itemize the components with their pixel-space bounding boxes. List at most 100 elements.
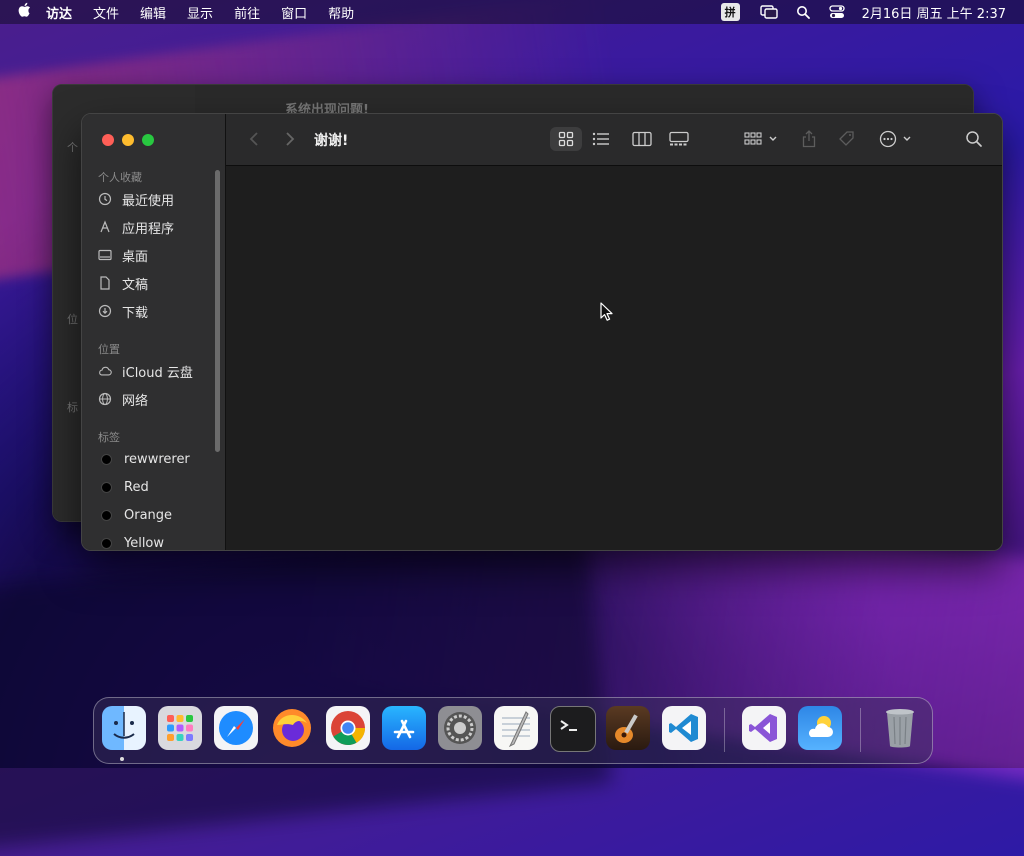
dock-visual-studio-icon[interactable] (742, 706, 786, 750)
sidebar-item-recents[interactable]: 最近使用 (98, 188, 174, 210)
dock-app-store-icon[interactable] (382, 706, 426, 750)
dock-firefox-icon[interactable] (270, 706, 314, 750)
ellipsis-circle-icon (879, 130, 911, 148)
menu-go[interactable]: 前往 (234, 3, 260, 22)
sidebar-item-label: 文稿 (122, 277, 149, 293)
sidebar-section-favorites: 个人收藏 (98, 171, 142, 184)
menu-file[interactable]: 文件 (93, 3, 119, 22)
menu-help[interactable]: 帮助 (328, 3, 354, 22)
tag-color-dot (101, 509, 112, 521)
tag-button[interactable] (836, 127, 858, 151)
close-button[interactable] (102, 134, 114, 146)
applications-icon (98, 220, 112, 234)
sidebar-scrollbar[interactable] (215, 170, 220, 452)
dock-chrome-icon[interactable] (326, 706, 370, 750)
sidebar-item-label: 下载 (122, 305, 149, 321)
dock-trash-icon[interactable] (878, 706, 922, 750)
group-by-button[interactable] (742, 127, 780, 151)
wallpaper-shadow (0, 524, 612, 856)
share-button[interactable] (798, 127, 820, 151)
input-method-indicator[interactable]: 拼 (720, 3, 740, 21)
menu-bar: 访达 文件 编辑 显示 前往 窗口 帮助 拼 2月16日 周五 上午 2:37 (0, 0, 1024, 24)
background-sidebar-label: 个 (67, 141, 78, 154)
background-sidebar-label: 位 (67, 313, 78, 326)
sidebar-section-locations: 位置 (98, 343, 120, 356)
icon-view-button[interactable] (550, 127, 582, 151)
sidebar-item-label: 桌面 (122, 249, 149, 265)
menubar-clock[interactable]: 2月16日 周五 上午 2:37 (862, 3, 1006, 22)
tag-color-dot (101, 537, 112, 549)
sidebar-item-label: 网络 (122, 393, 149, 409)
finder-sidebar: 个人收藏 最近使用 应用程序 桌面 文稿 下载 位置 iCloud 云盘 网络 … (82, 114, 226, 550)
screen-mirroring-icon[interactable] (759, 5, 778, 19)
gallery-view-button[interactable] (666, 127, 692, 151)
gallery-icon (669, 131, 689, 146)
dock-finder-icon[interactable] (102, 706, 146, 750)
dock-separator (724, 708, 725, 752)
dock-terminal-icon[interactable] (550, 706, 596, 752)
columns-icon (632, 131, 652, 147)
dock-launchpad-icon[interactable] (158, 706, 202, 750)
sidebar-item-label: 应用程序 (122, 221, 175, 237)
tag-icon (839, 131, 854, 146)
sidebar-section-tags: 标签 (98, 431, 120, 444)
dock-system-preferences-icon[interactable] (438, 706, 482, 750)
fullscreen-button[interactable] (142, 134, 154, 146)
search-button[interactable] (962, 127, 986, 151)
window-controls (102, 134, 162, 146)
sidebar-item-applications[interactable]: 应用程序 (98, 216, 174, 238)
mouse-pointer-icon (600, 302, 613, 325)
list-view-button[interactable] (588, 127, 614, 151)
document-icon (98, 276, 112, 290)
apple-menu-icon[interactable] (16, 2, 32, 22)
dock-vscode-icon[interactable] (662, 706, 706, 750)
tag-color-dot (101, 481, 112, 493)
dock (93, 697, 933, 764)
finder-running-indicator (120, 757, 124, 761)
dock-separator (860, 708, 861, 752)
sidebar-item-label: Yellow (124, 535, 165, 551)
sidebar-tag-item[interactable]: rewwrerer (98, 448, 190, 470)
menu-window[interactable]: 窗口 (281, 3, 307, 22)
grid-icon (558, 131, 574, 147)
more-actions-button[interactable] (878, 127, 916, 151)
sidebar-tag-item[interactable]: Yellow (98, 532, 165, 551)
group-icon (744, 132, 777, 145)
sidebar-tag-item[interactable]: Orange (98, 504, 172, 526)
share-icon (802, 130, 816, 148)
dock-safari-icon[interactable] (214, 706, 258, 750)
spotlight-search-icon[interactable] (794, 5, 812, 19)
finder-window[interactable]: 个人收藏 最近使用 应用程序 桌面 文稿 下载 位置 iCloud 云盘 网络 … (81, 113, 1003, 551)
dock-weather-icon[interactable] (798, 706, 842, 750)
background-sidebar-label: 标 (67, 401, 78, 414)
window-title: 谢谢! (314, 133, 349, 149)
sidebar-item-desktop[interactable]: 桌面 (98, 244, 148, 266)
dock-garageband-icon[interactable] (606, 706, 650, 750)
finder-toolbar: 谢谢! (226, 114, 1002, 166)
control-center-icon[interactable] (828, 5, 846, 19)
network-icon (98, 392, 112, 406)
sidebar-tag-item[interactable]: Red (98, 476, 149, 498)
dock-textedit-icon[interactable] (494, 706, 538, 750)
cloud-icon (98, 364, 112, 378)
sidebar-item-documents[interactable]: 文稿 (98, 272, 148, 294)
tag-color-dot (101, 453, 112, 465)
sidebar-item-label: 最近使用 (122, 193, 175, 209)
search-icon (966, 131, 982, 147)
menu-view[interactable]: 显示 (187, 3, 213, 22)
sidebar-item-network[interactable]: 网络 (98, 388, 148, 410)
forward-button[interactable] (282, 127, 298, 151)
back-button[interactable] (246, 127, 262, 151)
menu-edit[interactable]: 编辑 (140, 3, 166, 22)
sidebar-item-label: Orange (124, 507, 173, 523)
sidebar-item-label: Red (124, 479, 149, 495)
sidebar-item-label: rewwrerer (124, 451, 190, 467)
sidebar-item-downloads[interactable]: 下载 (98, 300, 148, 322)
list-icon (592, 132, 609, 146)
desktop-icon (98, 248, 112, 262)
column-view-button[interactable] (630, 127, 654, 151)
minimize-button[interactable] (122, 134, 134, 146)
file-browser-content[interactable] (226, 166, 1002, 550)
menu-app-name[interactable]: 访达 (46, 3, 72, 22)
sidebar-item-icloud-drive[interactable]: iCloud 云盘 (98, 360, 193, 382)
